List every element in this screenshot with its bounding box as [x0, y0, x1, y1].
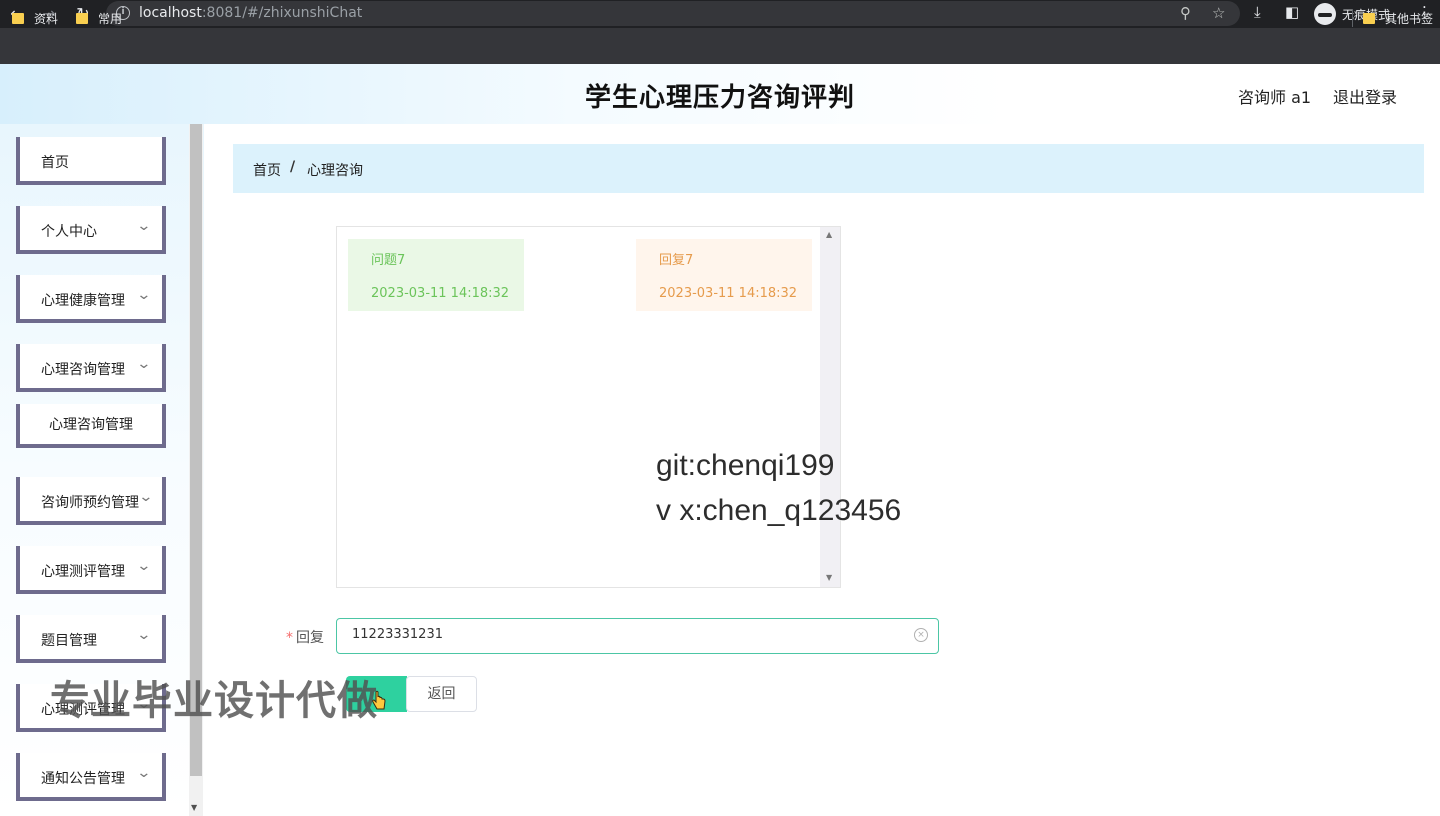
question-message: 问题7 2023-03-11 14:18:32 — [348, 239, 524, 311]
url-path: :8081/#/zhixunshiChat — [201, 5, 363, 21]
current-user: 咨询师 a1 — [1238, 88, 1312, 107]
sidebar-item-questions[interactable]: 题目管理 ⌄ — [16, 615, 166, 663]
app-header: 学生心理压力咨询评判 咨询师 a1 退出登录 — [0, 64, 1440, 124]
sidebar-item-counseling[interactable]: 心理咨询管理 ⌄ — [16, 344, 166, 392]
required-mark: * — [286, 630, 293, 646]
chat-scrollbar[interactable] — [820, 227, 840, 587]
bookmark-label: 常用 — [98, 12, 123, 26]
reply-label-text: 回复 — [296, 630, 324, 646]
watermark-line-1: git:chenqi199 — [656, 449, 835, 482]
sidebar-item-label: 题目管理 — [41, 633, 97, 649]
sidebar-item-label: 心理测评管理 — [41, 564, 125, 580]
bookmarks-bar — [0, 28, 1440, 64]
sidebar-item-label: 咨询师预约管理 — [41, 495, 139, 511]
reply-message: 回复7 2023-03-11 14:18:32 — [636, 239, 812, 311]
incognito-icon — [1314, 3, 1336, 25]
watermark-cn: 专业毕业设计代做 — [50, 678, 378, 724]
message-time: 2023-03-11 14:18:32 — [659, 286, 798, 301]
sidebar-item-appointments[interactable]: 咨询师预约管理 ⌄ — [16, 477, 166, 525]
folder-icon — [76, 13, 88, 24]
app-title: 学生心理压力咨询评判 — [584, 83, 855, 113]
sidebar-item-label: 个人中心 — [41, 224, 97, 240]
reply-field[interactable] — [336, 618, 939, 654]
breadcrumb: 首页 / 心理咨询 — [233, 144, 1424, 193]
message-text: 问题7 — [371, 253, 406, 268]
bookmark-label: 其他书签 — [1385, 12, 1434, 26]
sidebar-item-personal-center[interactable]: 个人中心 ⌄ — [16, 206, 166, 254]
bookmark-folder-2[interactable]: 常用 — [76, 10, 122, 27]
reply-label: * 回复 — [286, 627, 324, 647]
bookmark-label: 资料 — [34, 12, 59, 26]
folder-icon — [12, 13, 24, 24]
other-bookmarks[interactable]: 其他书签 — [1363, 10, 1433, 27]
reply-input[interactable] — [352, 627, 892, 642]
chevron-down-icon: ⌄ — [136, 765, 152, 781]
sidebar-item-label: 首页 — [41, 155, 69, 171]
sidebar-item-mental-health[interactable]: 心理健康管理 ⌄ — [16, 275, 166, 323]
folder-icon — [1363, 13, 1375, 24]
url-text[interactable]: localhost:8081/#/zhixunshiChat — [139, 5, 362, 21]
sidebar-item-label: 心理健康管理 — [41, 293, 125, 309]
scroll-down-arrow-icon[interactable]: ▼ — [191, 803, 197, 812]
message-time: 2023-03-11 14:18:32 — [371, 286, 510, 301]
watermark-line-2: v x:chen_q123456 — [656, 494, 902, 527]
star-icon[interactable]: ☆ — [1212, 4, 1225, 22]
chevron-down-icon: ⌄ — [136, 558, 152, 574]
download-icon[interactable]: ⤓ — [1254, 3, 1261, 21]
breadcrumb-home[interactable]: 首页 — [253, 160, 281, 180]
sidebar-item-label: 通知公告管理 — [41, 771, 125, 787]
bookmark-separator — [1352, 9, 1353, 27]
clear-icon[interactable]: × — [914, 628, 928, 642]
message-text: 回复7 — [659, 253, 694, 268]
chevron-down-icon: ⌄ — [136, 356, 152, 372]
breadcrumb-separator: / — [290, 159, 296, 175]
chevron-down-icon: ⌄ — [136, 287, 152, 303]
sidebar-item-label: 心理咨询管理 — [41, 362, 125, 378]
chevron-down-icon: ⌄ — [138, 489, 154, 505]
sidebar-item-notices[interactable]: 通知公告管理 ⌄ — [16, 753, 166, 801]
back-button[interactable]: 返回 — [406, 676, 477, 712]
breadcrumb-current: 心理咨询 — [307, 163, 363, 179]
scroll-down-arrow-icon[interactable]: ▼ — [826, 573, 832, 582]
scroll-up-arrow-icon[interactable]: ▲ — [826, 230, 832, 239]
logout-link[interactable]: 退出登录 — [1333, 84, 1397, 108]
chevron-down-icon: ⌄ — [136, 218, 152, 234]
bookmark-folder-1[interactable]: 资料 — [12, 10, 58, 27]
chevron-down-icon: ⌄ — [136, 627, 152, 643]
sidebar-subitem-counseling[interactable]: 心理咨询管理 — [16, 404, 166, 448]
sidebar-item-home[interactable]: 首页 — [16, 137, 166, 185]
url-host: localhost — [139, 5, 202, 21]
sidebar-item-assessment[interactable]: 心理测评管理 ⌄ — [16, 546, 166, 594]
sidepanel-icon[interactable]: ◧ — [1285, 3, 1299, 21]
address-bar[interactable]: i localhost:8081/#/zhixunshiChat ⚲ ☆ — [106, 1, 1240, 26]
key-icon[interactable]: ⚲ — [1180, 4, 1191, 22]
